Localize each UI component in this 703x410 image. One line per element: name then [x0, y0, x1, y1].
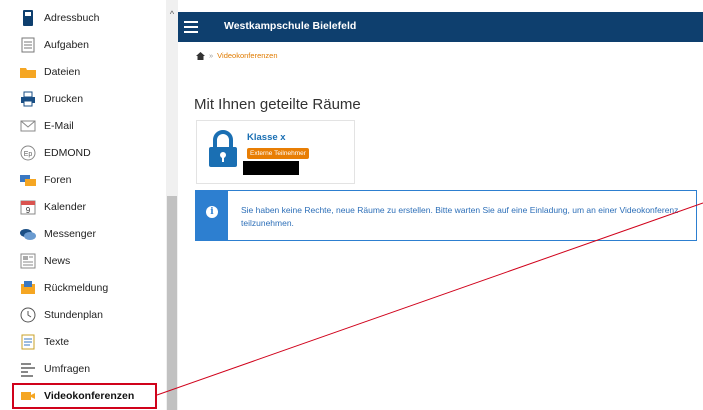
- annotation-pointer-line: [156, 202, 703, 396]
